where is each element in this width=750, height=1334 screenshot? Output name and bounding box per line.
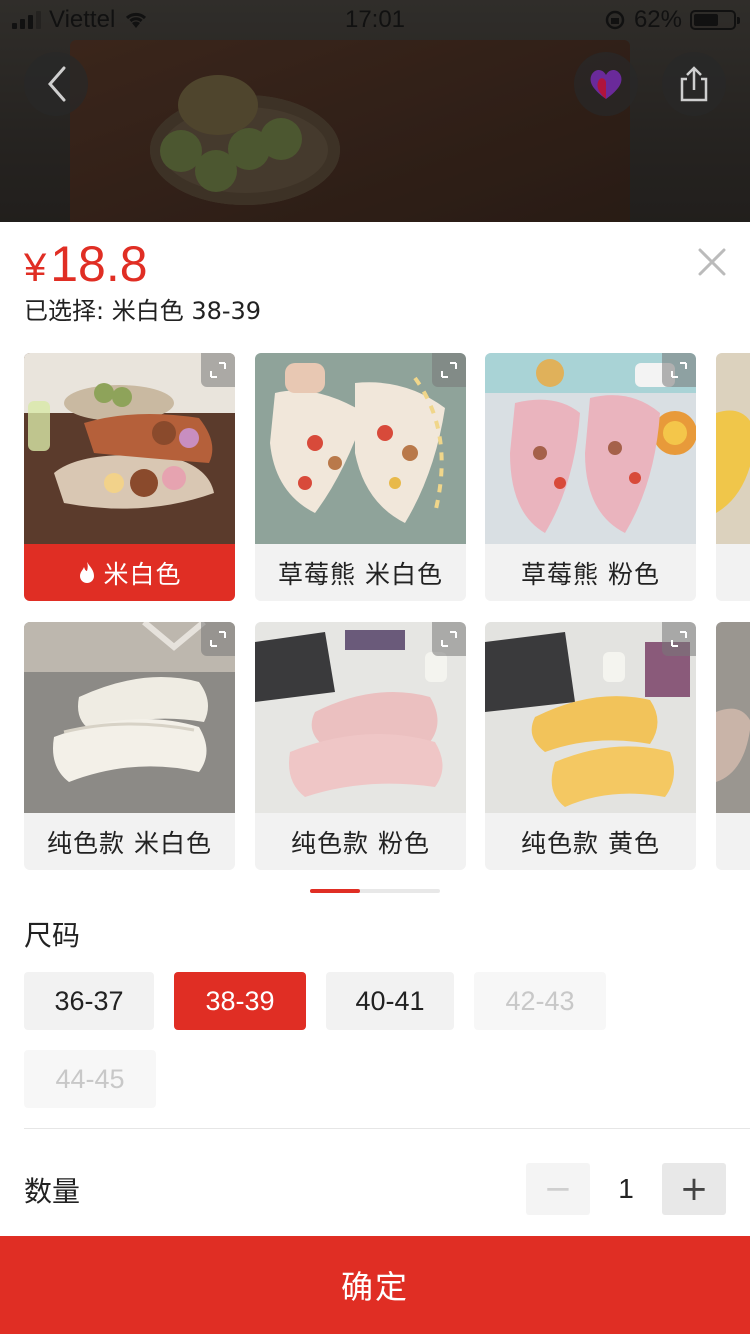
- variant-card-partial[interactable]: [716, 353, 750, 601]
- size-title: 尺码: [24, 919, 81, 952]
- variant-label: 米白色: [24, 544, 235, 601]
- heart-icon: [590, 69, 622, 99]
- variant-card-partial[interactable]: [716, 622, 750, 870]
- variant-label: [716, 813, 750, 870]
- chevron-left-icon: [48, 66, 66, 102]
- variant-grid: 米白色 草莓熊 米白色 草莓熊 粉色 纯色款 米白色 纯色款 粉色 纯色款 黄色: [0, 353, 750, 873]
- variant-image: [716, 622, 750, 813]
- variant-label: [716, 544, 750, 601]
- variant-page-indicator: [310, 889, 440, 893]
- variant-label: 纯色款 粉色: [291, 828, 430, 858]
- rotation-lock-icon: [605, 10, 625, 30]
- variant-label: 草莓熊 米白色: [278, 559, 443, 589]
- currency-symbol: ¥: [24, 246, 47, 290]
- expand-icon[interactable]: [662, 353, 696, 387]
- variant-label: 草莓熊 粉色: [521, 559, 660, 589]
- flame-icon: [80, 561, 95, 583]
- close-button[interactable]: [692, 242, 732, 282]
- size-option-36-37[interactable]: 36-37: [24, 972, 154, 1030]
- variant-card-4[interactable]: 纯色款 米白色: [24, 622, 235, 870]
- quantity-decrease-button[interactable]: −: [526, 1163, 590, 1215]
- variant-image: [716, 353, 750, 544]
- divider: [24, 1128, 750, 1129]
- expand-icon[interactable]: [201, 353, 235, 387]
- expand-icon[interactable]: [432, 353, 466, 387]
- variant-label: 纯色款 米白色: [47, 828, 212, 858]
- share-button[interactable]: [662, 52, 726, 116]
- quantity-increase-button[interactable]: +: [662, 1163, 726, 1215]
- price-value: 18.8: [50, 236, 148, 292]
- size-option-40-41[interactable]: 40-41: [326, 972, 454, 1030]
- size-option-38-39[interactable]: 38-39: [174, 972, 306, 1030]
- variant-card-3[interactable]: 草莓熊 粉色: [485, 353, 696, 601]
- confirm-button[interactable]: 确定: [0, 1236, 750, 1334]
- variant-label: 纯色款 黄色: [521, 828, 660, 858]
- battery-icon: [690, 10, 740, 30]
- variant-card-2[interactable]: 草莓熊 米白色: [255, 353, 466, 601]
- back-button[interactable]: [24, 52, 88, 116]
- quantity-title: 数量: [24, 1175, 81, 1208]
- battery-percent: 62%: [633, 6, 682, 33]
- price: ¥18.8: [24, 236, 148, 296]
- expand-icon[interactable]: [662, 622, 696, 656]
- favorite-button[interactable]: [574, 52, 638, 116]
- share-icon: [680, 66, 708, 102]
- close-icon: [698, 248, 726, 276]
- variant-card-1[interactable]: 米白色: [24, 353, 235, 601]
- quantity-value[interactable]: 1: [596, 1163, 656, 1215]
- variant-card-5[interactable]: 纯色款 粉色: [255, 622, 466, 870]
- size-option-44-45[interactable]: 44-45: [24, 1050, 156, 1108]
- size-option-42-43[interactable]: 42-43: [474, 972, 606, 1030]
- variant-card-6[interactable]: 纯色款 黄色: [485, 622, 696, 870]
- status-bar: Viettel 17:01 62%: [0, 0, 750, 40]
- selected-summary: 已选择: 米白色 38-39: [24, 297, 262, 325]
- expand-icon[interactable]: [432, 622, 466, 656]
- sku-selector-sheet: ¥18.8 已选择: 米白色 38-39 米白色 草莓熊 米白色 草莓熊 粉色 …: [0, 222, 750, 1334]
- expand-icon[interactable]: [201, 622, 235, 656]
